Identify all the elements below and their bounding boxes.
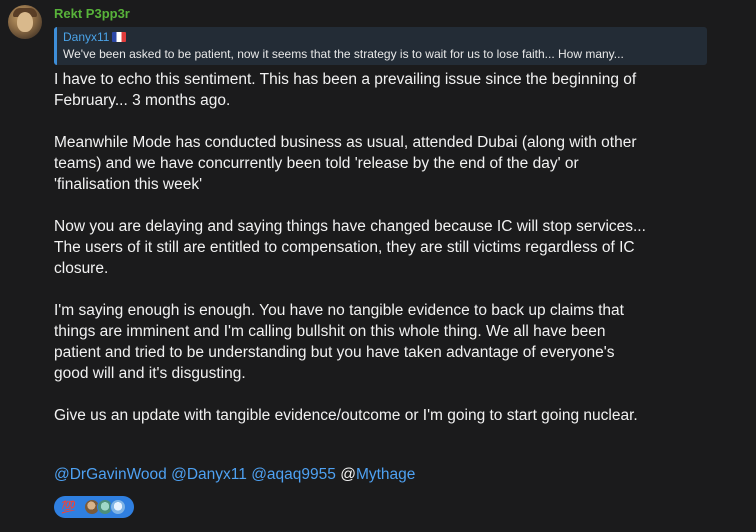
reactor-avatar-3-icon bbox=[110, 499, 126, 515]
mention-link[interactable]: @Danyx11 bbox=[171, 466, 247, 483]
mention-link[interactable]: @DrGavinWood bbox=[54, 466, 167, 483]
mention-link[interactable]: @aqaq9955 bbox=[251, 466, 336, 483]
message-paragraph-1: I have to echo this sentiment. This has … bbox=[54, 71, 637, 109]
avatar-face-shape bbox=[17, 12, 33, 32]
message-paragraph-3: Now you are delaying and saying things h… bbox=[54, 218, 646, 277]
message-paragraph-2: Meanwhile Mode has conducted business as… bbox=[54, 134, 637, 193]
mention-at-sign: @ bbox=[340, 466, 356, 483]
reply-text: We've been asked to be patient, now it s… bbox=[63, 47, 624, 61]
mention-link[interactable]: Mythage bbox=[356, 466, 415, 483]
reply-accent-bar bbox=[54, 27, 57, 65]
chat-message: Rekt P3pp3r Danyx11 We've been asked to … bbox=[0, 0, 756, 532]
reply-quote[interactable]: Danyx11 We've been asked to be patient, … bbox=[54, 27, 707, 65]
france-flag-icon bbox=[112, 32, 127, 42]
message-paragraph-4: I'm saying enough is enough. You have no… bbox=[54, 302, 624, 382]
mentions-line: @DrGavinWood @Danyx11 @aqaq9955 @Mythage bbox=[54, 464, 415, 485]
reaction-chip[interactable]: 💯 bbox=[54, 496, 134, 518]
reply-author-name: Danyx11 bbox=[63, 30, 110, 44]
reaction-emoji: 💯 bbox=[61, 500, 76, 514]
sender-name[interactable]: Rekt P3pp3r bbox=[54, 6, 130, 21]
message-paragraph-5: Give us an update with tangible evidence… bbox=[54, 407, 638, 424]
message-body: I have to echo this sentiment. This has … bbox=[54, 69, 744, 447]
sender-avatar[interactable] bbox=[8, 5, 42, 39]
reply-author: Danyx11 bbox=[63, 30, 127, 44]
